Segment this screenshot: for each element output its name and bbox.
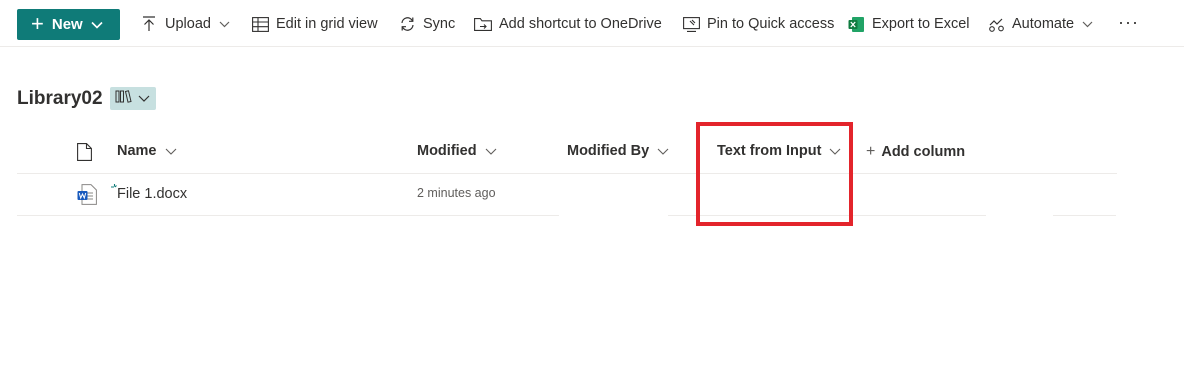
sync-button[interactable]: Sync <box>398 13 455 35</box>
export-excel-button[interactable]: Export to Excel <box>847 13 970 35</box>
command-bar: + New Upload Edit in grid view Sync Add … <box>0 0 1184 47</box>
header-divider <box>17 173 1117 174</box>
chevron-down-icon <box>485 148 497 155</box>
chevron-down-icon <box>1082 21 1093 28</box>
column-header-modified-label: Modified <box>417 143 477 159</box>
row-divider <box>1053 215 1116 216</box>
pin-label: Pin to Quick access <box>707 16 835 32</box>
chevron-down-icon <box>657 148 669 155</box>
row-divider <box>17 215 559 216</box>
automate-icon <box>987 15 1005 33</box>
new-button[interactable]: + New <box>17 9 120 40</box>
add-shortcut-label: Add shortcut to OneDrive <box>499 16 662 32</box>
file-type-header-icon[interactable] <box>77 143 92 166</box>
upload-button[interactable]: Upload <box>140 13 230 35</box>
library-icon <box>115 89 132 108</box>
column-header-modified-by[interactable]: Modified By <box>567 143 669 159</box>
add-column-button[interactable]: + Add column <box>866 143 965 161</box>
more-options-button[interactable]: ··· <box>1118 12 1139 33</box>
sync-label: Sync <box>423 16 456 32</box>
folder-link-icon <box>474 15 492 33</box>
column-header-modified-by-label: Modified By <box>567 143 650 159</box>
column-header-name-label: Name <box>117 143 157 159</box>
sync-icon <box>398 15 416 33</box>
pin-icon <box>682 15 700 33</box>
view-switcher-button[interactable] <box>110 87 156 110</box>
excel-icon <box>847 15 865 33</box>
edit-grid-label: Edit in grid view <box>276 16 378 32</box>
plus-icon: + <box>866 143 876 160</box>
modified-cell: 2 minutes ago <box>417 186 496 200</box>
add-shortcut-button[interactable]: Add shortcut to OneDrive <box>474 13 662 35</box>
highlight-box <box>696 122 853 226</box>
page-title: Library02 <box>17 88 103 109</box>
upload-label: Upload <box>165 16 211 32</box>
pin-quick-access-button[interactable]: Pin to Quick access <box>682 13 834 35</box>
column-header-name[interactable]: Name <box>117 143 177 159</box>
export-label: Export to Excel <box>872 16 970 32</box>
automate-label: Automate <box>1012 16 1075 32</box>
chevron-down-icon <box>138 95 150 102</box>
file-name-link[interactable]: File 1.docx <box>117 186 187 202</box>
grid-icon <box>251 15 269 33</box>
chevron-down-icon <box>219 21 230 28</box>
word-document-icon <box>77 184 97 210</box>
plus-icon: + <box>31 10 44 36</box>
automate-button[interactable]: Automate <box>987 13 1093 35</box>
chevron-down-icon <box>165 148 177 155</box>
column-header-modified[interactable]: Modified <box>417 143 497 159</box>
edit-grid-view-button[interactable]: Edit in grid view <box>251 13 378 35</box>
chevron-down-icon <box>91 21 103 29</box>
new-button-label: New <box>51 16 83 33</box>
upload-icon <box>140 15 158 33</box>
add-column-label: Add column <box>881 144 966 160</box>
